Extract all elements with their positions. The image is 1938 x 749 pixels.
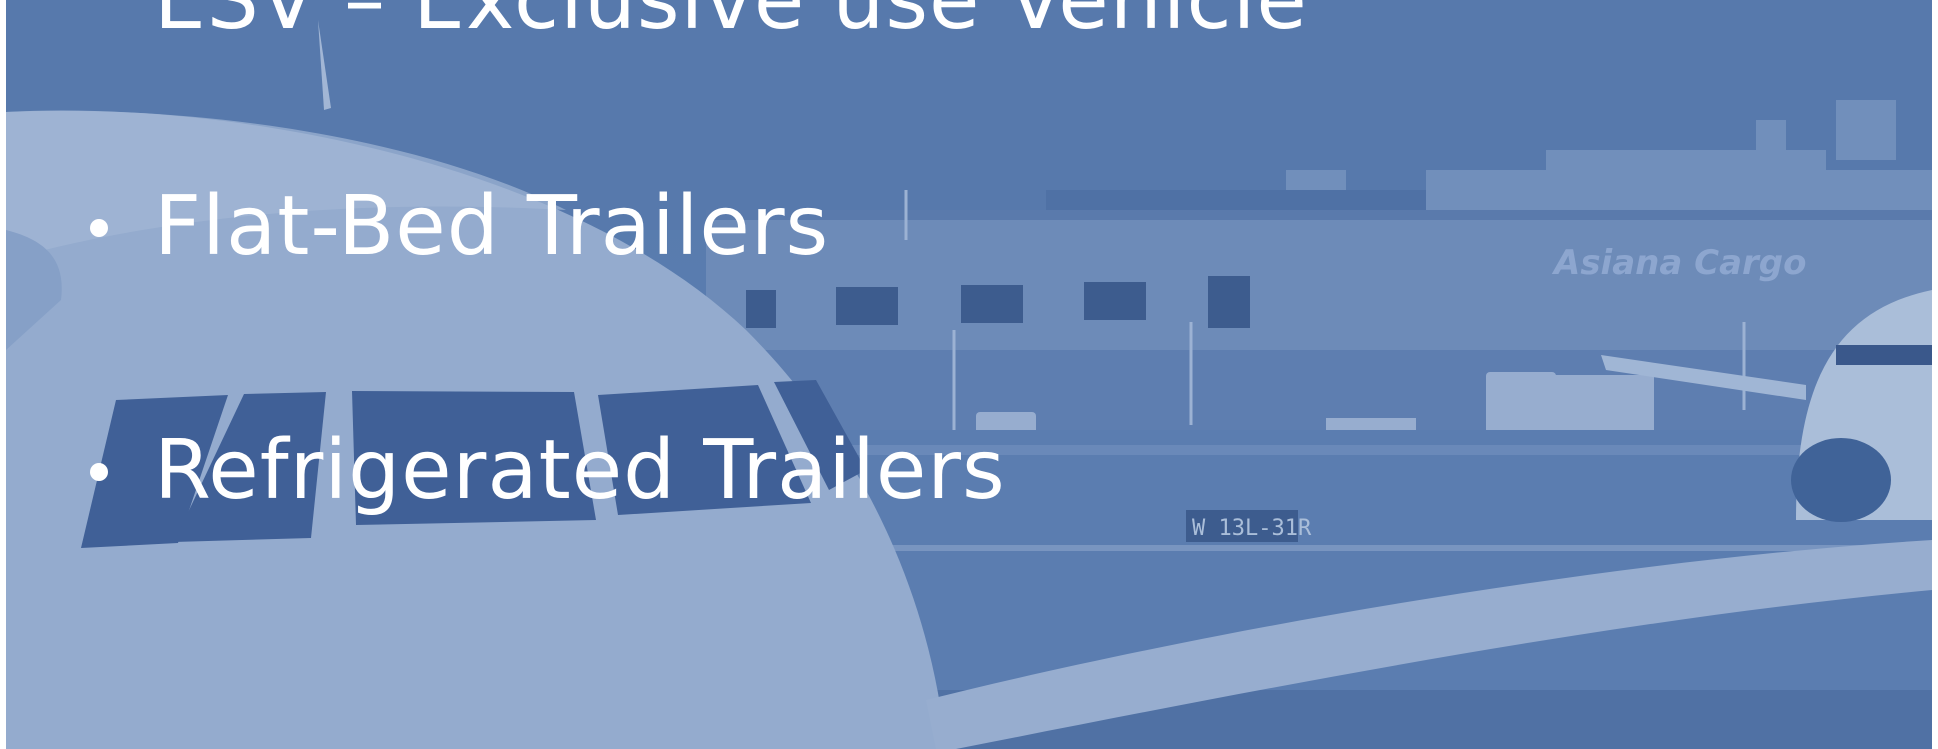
bullet-flat-bed-trailers: Flat-Bed Trailers [154,179,830,274]
bullet-refrigerated-trailers: Refrigerated Trailers [154,423,1006,518]
bullet-esv: ESV – Exclusive use Vehicle [154,0,1308,48]
airport-background-photo: Asiana Cargo W 13L-31R [6,0,1932,749]
bullet-point-icon [90,219,108,237]
slide: Asiana Cargo W 13L-31R ESV – Exclusive u… [6,0,1932,749]
bullet-point-icon [90,463,108,481]
